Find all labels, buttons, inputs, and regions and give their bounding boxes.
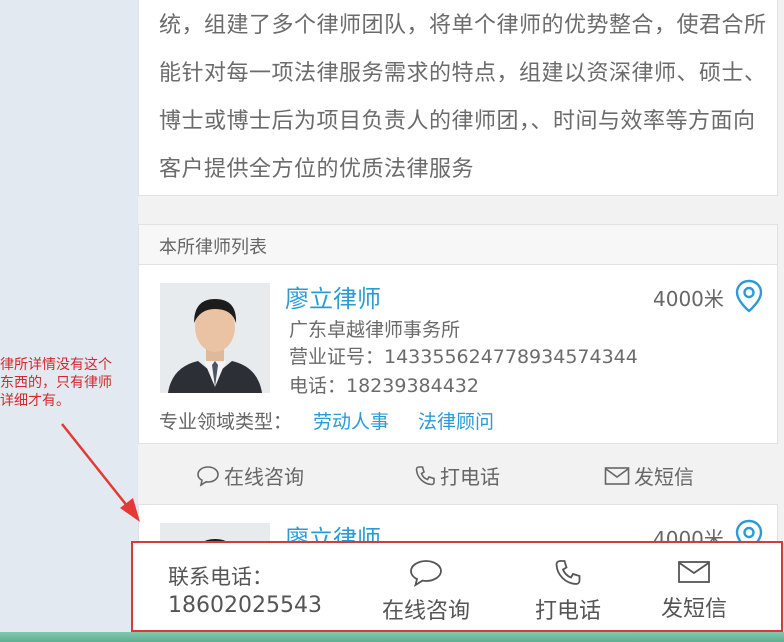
envelope-icon <box>678 561 710 583</box>
bottom-call-button[interactable]: 打电话 <box>513 559 623 625</box>
bottom-call-label: 打电话 <box>534 599 601 624</box>
lawyer-name[interactable]: 廖立律师 <box>285 279 381 314</box>
field-label: 专业领域类型： <box>159 411 293 433</box>
firm-intro: 统，组建了多个律师团队，将单个律师的优势整合，使君合所能针对每一项法律服务需求的… <box>138 0 778 196</box>
field-tag[interactable]: 劳动人事 <box>313 407 389 434</box>
lawyer-phone: 电话：18239384432 <box>289 375 479 397</box>
contact-label: 联系电话： <box>168 565 273 589</box>
sms-button[interactable]: 发短信 <box>604 461 694 490</box>
consult-label: 在线咨询 <box>224 465 304 489</box>
chat-bubble-icon <box>197 465 219 487</box>
bottom-consult-label: 在线咨询 <box>381 599 470 624</box>
sms-label: 发短信 <box>634 465 694 489</box>
lawyer-avatar <box>160 283 270 393</box>
contact-phone[interactable]: 18602025543 <box>168 593 322 618</box>
lawyer-list-title: 本所律师列表 <box>159 237 267 258</box>
location-pin-icon[interactable] <box>735 279 763 313</box>
bottom-sms-button[interactable]: 发短信 <box>639 559 749 623</box>
phone-icon <box>555 560 581 585</box>
os-taskbar <box>0 632 784 642</box>
annotation-note: 律所详情没有这个东西的，只有律师详细才有。 <box>0 357 112 409</box>
intro-text: 统，组建了多个律师团队，将单个律师的优势整合，使君合所能针对每一项法律服务需求的… <box>159 13 767 182</box>
lawyer-card[interactable]: 廖立律师 4000米 广东卓越律师事务所 营业证号：14335562477893… <box>138 264 778 444</box>
bottom-consult-button[interactable]: 在线咨询 <box>371 559 481 625</box>
lawyer-license: 营业证号：14335562477893457434­4 <box>289 346 638 368</box>
lawyer-list-header: 本所律师列表 <box>138 224 778 264</box>
call-label: 打电话 <box>440 465 500 489</box>
phone-icon <box>415 465 435 485</box>
online-consult-button[interactable]: 在线咨询 <box>196 461 304 490</box>
card-action-bar: 在线咨询 打电话 发短信 <box>138 444 778 504</box>
bottom-contact-bar: 联系电话： 18602025543 在线咨询 打电话 发短信 <box>131 541 783 632</box>
lawyer-firm: 广东卓越律师事务所 <box>289 319 461 341</box>
bottom-sms-label: 发短信 <box>660 597 727 622</box>
chat-bubble-icon <box>410 560 442 587</box>
lawyer-card[interactable]: 廖立律师 4000米 <box>138 504 778 544</box>
envelope-icon <box>604 466 630 485</box>
left-background <box>0 0 138 642</box>
call-button[interactable]: 打电话 <box>414 461 500 490</box>
lawyer-distance: 4000米 <box>653 287 724 311</box>
field-tag[interactable]: 法律顾问 <box>418 407 494 434</box>
